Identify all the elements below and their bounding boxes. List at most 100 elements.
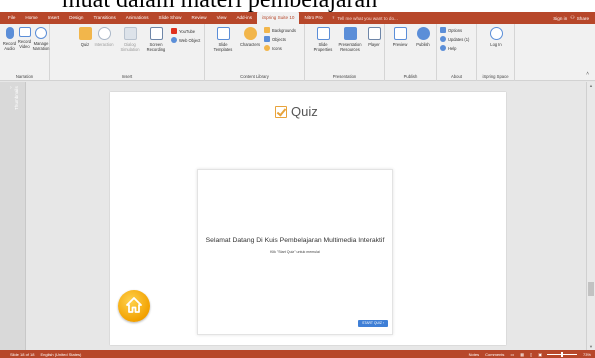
vertical-scrollbar[interactable]: ▲ ▼ <box>586 82 595 350</box>
publish-button[interactable]: Publish <box>412 27 434 47</box>
objects-icon <box>264 36 270 42</box>
thumbnails-panel[interactable]: › Thumbnails <box>0 82 26 350</box>
youtube-icon <box>171 28 177 34</box>
quiz-intro-card[interactable]: Selamat Datang Di Kuis Pembelajaran Mult… <box>197 169 393 335</box>
tell-me-box[interactable]: ♀ Tell me what you want to do... <box>332 12 398 24</box>
dialog-simulation-label: Dialog Simulation <box>120 42 140 52</box>
youtube-button[interactable]: YouTube <box>171 28 195 34</box>
presentation-resources-label: Presentation Resources <box>338 42 362 52</box>
scrollbar-thumb[interactable] <box>588 282 594 296</box>
group-narration-label: Narration <box>15 74 34 79</box>
play-icon <box>393 27 407 40</box>
interaction-button[interactable]: Interaction <box>93 27 115 47</box>
backgrounds-label: Backgrounds <box>272 27 296 33</box>
microphone-icon <box>5 27 14 39</box>
tab-insert[interactable]: Insert <box>43 12 65 24</box>
zoom-slider[interactable] <box>546 351 577 357</box>
caption-text: muat dalam materi pembelajaran <box>62 0 377 12</box>
slideshow-view-icon[interactable]: ▣ <box>538 352 542 357</box>
updates-button[interactable]: Updates (1) <box>440 36 469 42</box>
group-about-label: About <box>451 74 462 79</box>
card-subtitle: Klik "Start Quiz" untuk memulai <box>270 250 320 254</box>
presentation-resources-button[interactable]: Presentation Resources <box>336 27 364 52</box>
tab-review[interactable]: Review <box>187 12 212 24</box>
slide[interactable]: Quiz Selamat Datang Di Kuis Pembelajaran… <box>110 92 506 345</box>
home-button[interactable] <box>118 290 150 322</box>
tab-view[interactable]: View <box>212 12 232 24</box>
backgrounds-icon <box>264 27 270 33</box>
share-button[interactable]: Share <box>577 16 589 21</box>
thumbnails-label: Thumbnails <box>14 86 19 110</box>
notes-button[interactable]: Notes <box>469 352 479 357</box>
record-video-button[interactable]: Record Video <box>17 27 32 49</box>
screen-recording-button[interactable]: Screen Recording <box>144 27 168 52</box>
normal-view-icon[interactable]: ▭ <box>510 352 514 357</box>
expand-thumbnails-icon[interactable]: › <box>10 85 12 91</box>
group-publish: Preview Publish Publish <box>385 24 437 81</box>
tab-file[interactable]: File <box>0 12 20 24</box>
sign-in-link[interactable]: Sign in <box>553 16 567 21</box>
tab-add-ins[interactable]: Add-ins <box>231 12 257 24</box>
status-right: Notes Comments ▭ ▦ ▯ ▣ 73% <box>463 351 595 357</box>
slide-properties-icon <box>316 27 330 40</box>
home-icon <box>126 297 142 313</box>
characters-button[interactable]: Characters <box>237 27 263 47</box>
record-video-label: Record Video <box>17 39 32 49</box>
collapse-ribbon-icon[interactable]: ˄ <box>586 71 589 77</box>
tab-slide-show[interactable]: Slide Show <box>154 12 187 24</box>
group-content-library-label: Content Library <box>240 74 269 79</box>
manage-narration-label: Manage Narration <box>32 41 50 51</box>
group-content-library: Slide Templates Characters Backgrounds O… <box>205 24 305 81</box>
tab-ispring-suite[interactable]: iSpring Suite 10 <box>257 12 300 24</box>
language-indicator[interactable]: English (United States) <box>40 352 81 357</box>
checkbox-icon <box>275 105 287 118</box>
group-insert: Quiz Interaction Dialog Simulation Scree… <box>50 24 205 81</box>
log-in-label: Log In <box>490 42 502 47</box>
manage-narration-button[interactable]: Manage Narration <box>33 27 49 51</box>
scroll-down-icon[interactable]: ▼ <box>589 344 593 349</box>
reading-view-icon[interactable]: ▯ <box>530 352 532 357</box>
tab-nitro-pro[interactable]: Nitro Pro <box>299 12 327 24</box>
player-icon <box>367 27 381 40</box>
preview-button[interactable]: Preview <box>390 27 410 47</box>
start-quiz-label: START QUIZ <box>362 321 382 325</box>
slide-template-icon <box>216 27 230 40</box>
options-label: Options <box>448 27 463 33</box>
icons-button[interactable]: Icons <box>264 45 282 51</box>
start-quiz-button[interactable]: START QUIZ › <box>358 320 388 327</box>
scroll-up-icon[interactable]: ▲ <box>589 83 593 88</box>
slide-sorter-icon[interactable]: ▦ <box>520 352 524 357</box>
slide-properties-button[interactable]: Slide Properties <box>312 27 334 52</box>
status-bar: Slide 18 of 18 English (United States) N… <box>0 350 595 358</box>
quiz-label: Quiz <box>80 42 90 47</box>
slide-templates-button[interactable]: Slide Templates <box>212 27 234 52</box>
quiz-title-text: Quiz <box>291 104 318 119</box>
tab-animations[interactable]: Animations <box>121 12 154 24</box>
tab-home[interactable]: Home <box>20 12 42 24</box>
lightbulb-icon: ♀ <box>331 15 336 21</box>
youtube-label: YouTube <box>179 28 196 34</box>
help-button[interactable]: Help <box>440 45 456 51</box>
caption-text-strip: muat dalam materi pembelajaran <box>0 0 595 12</box>
tab-transitions[interactable]: Transitions <box>88 12 120 24</box>
zoom-level[interactable]: 73% <box>583 352 591 357</box>
backgrounds-button[interactable]: Backgrounds <box>264 27 296 33</box>
options-icon <box>440 27 446 33</box>
comments-button[interactable]: Comments <box>485 352 504 357</box>
dialog-simulation-button[interactable]: Dialog Simulation <box>117 27 143 52</box>
record-audio-button[interactable]: Record Audio <box>2 27 17 51</box>
slide-properties-label: Slide Properties <box>313 42 333 52</box>
web-object-button[interactable]: Web Object <box>171 37 200 43</box>
objects-button[interactable]: Objects <box>264 36 286 42</box>
preview-label: Preview <box>392 42 408 47</box>
options-button[interactable]: Options <box>440 27 462 33</box>
dialog-icon <box>123 27 137 40</box>
player-button[interactable]: Player <box>366 27 382 47</box>
powerpoint-window: File Home Insert Design Transitions Anim… <box>0 12 595 358</box>
quiz-icon <box>78 27 92 40</box>
tab-design[interactable]: Design <box>64 12 88 24</box>
log-in-button[interactable]: Log In <box>487 27 505 47</box>
quiz-button[interactable]: Quiz <box>78 27 92 47</box>
help-label: Help <box>448 45 457 51</box>
group-ispring-space: Log In iSpring Space <box>477 24 515 81</box>
